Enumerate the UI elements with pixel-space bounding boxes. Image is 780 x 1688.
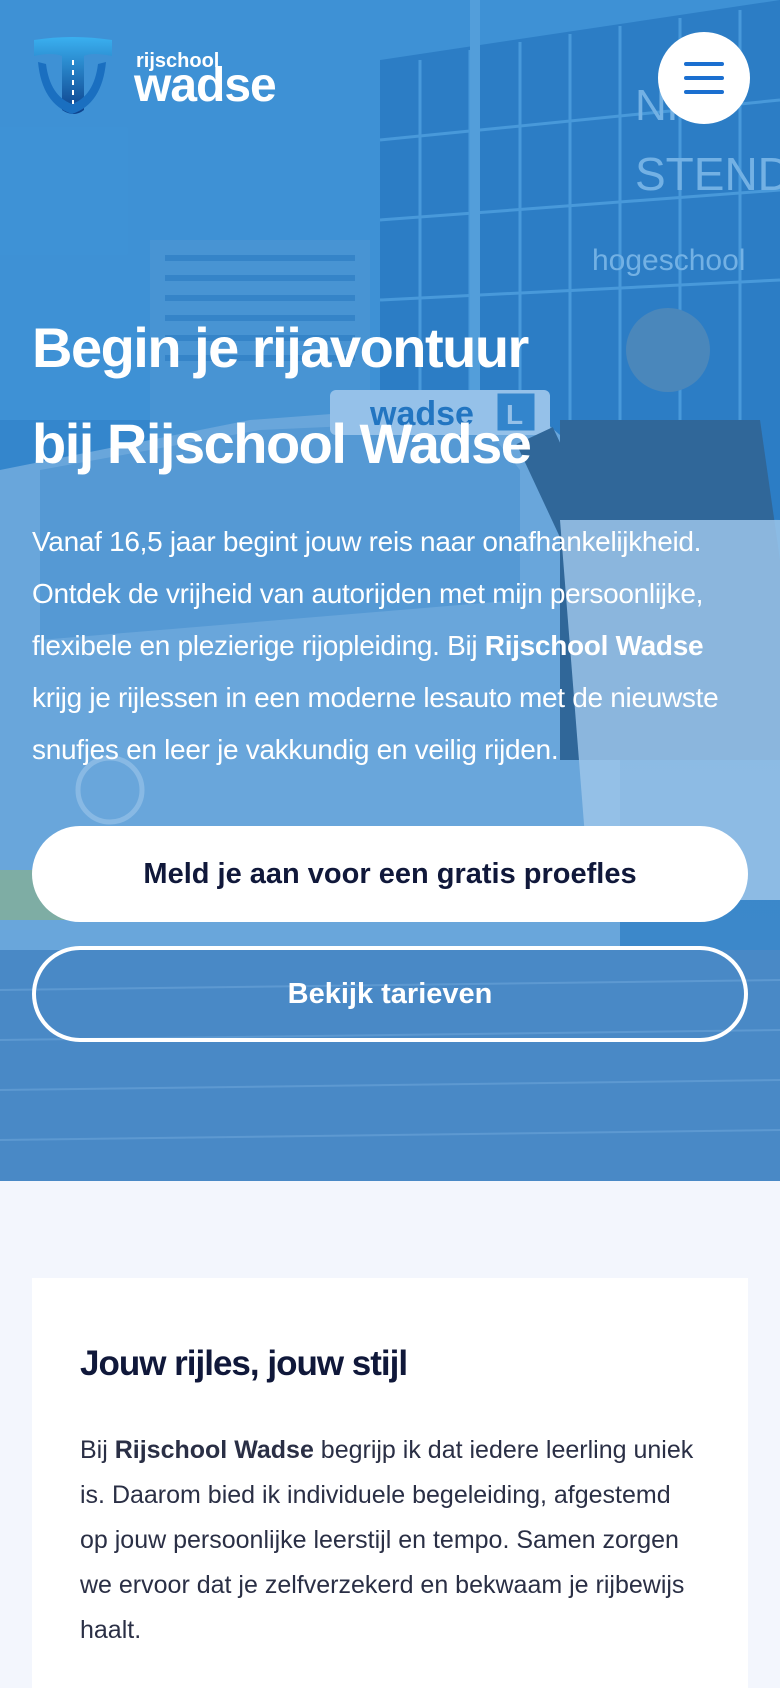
headline-line-2: bij Rijschool Wadse (32, 412, 532, 475)
hero-intro-text: Vanaf 16,5 jaar begint jouw reis naar on… (32, 516, 752, 776)
view-rates-button[interactable]: Bekijk tarieven (32, 946, 748, 1042)
menu-button[interactable] (658, 32, 750, 124)
intro-text-2: krijg je rijlessen in een moderne lesaut… (32, 682, 719, 765)
hero-section: NHL STEND hogeschool wadse L (0, 0, 780, 1181)
hamburger-icon-line (684, 90, 724, 94)
section-title: Jouw rijles, jouw stijl (80, 1344, 408, 1383)
style-card: Jouw rijles, jouw stijl Bij Rijschool Wa… (32, 1278, 748, 1688)
section-brand-name: Rijschool Wadse (114, 1436, 314, 1464)
hero-headline: Begin je rijavontuur bij Rijschool Wadse (32, 300, 732, 492)
trial-lesson-button[interactable]: Meld je aan voor een gratis proefles (32, 826, 748, 922)
headline-line-1: Begin je rijavontuur (32, 316, 529, 379)
section-text-2: begrijp ik dat iedere leerling uniek is.… (80, 1436, 694, 1644)
section-text: Bij Rijschool Wadse begrijp ik dat ieder… (80, 1428, 700, 1653)
logo-text-wadse: wadse (134, 59, 277, 112)
hamburger-icon (684, 62, 724, 66)
intro-brand-name: Rijschool Wadse (484, 630, 704, 661)
hamburger-icon-line (684, 76, 724, 80)
section-text-1: Bij (80, 1436, 115, 1464)
